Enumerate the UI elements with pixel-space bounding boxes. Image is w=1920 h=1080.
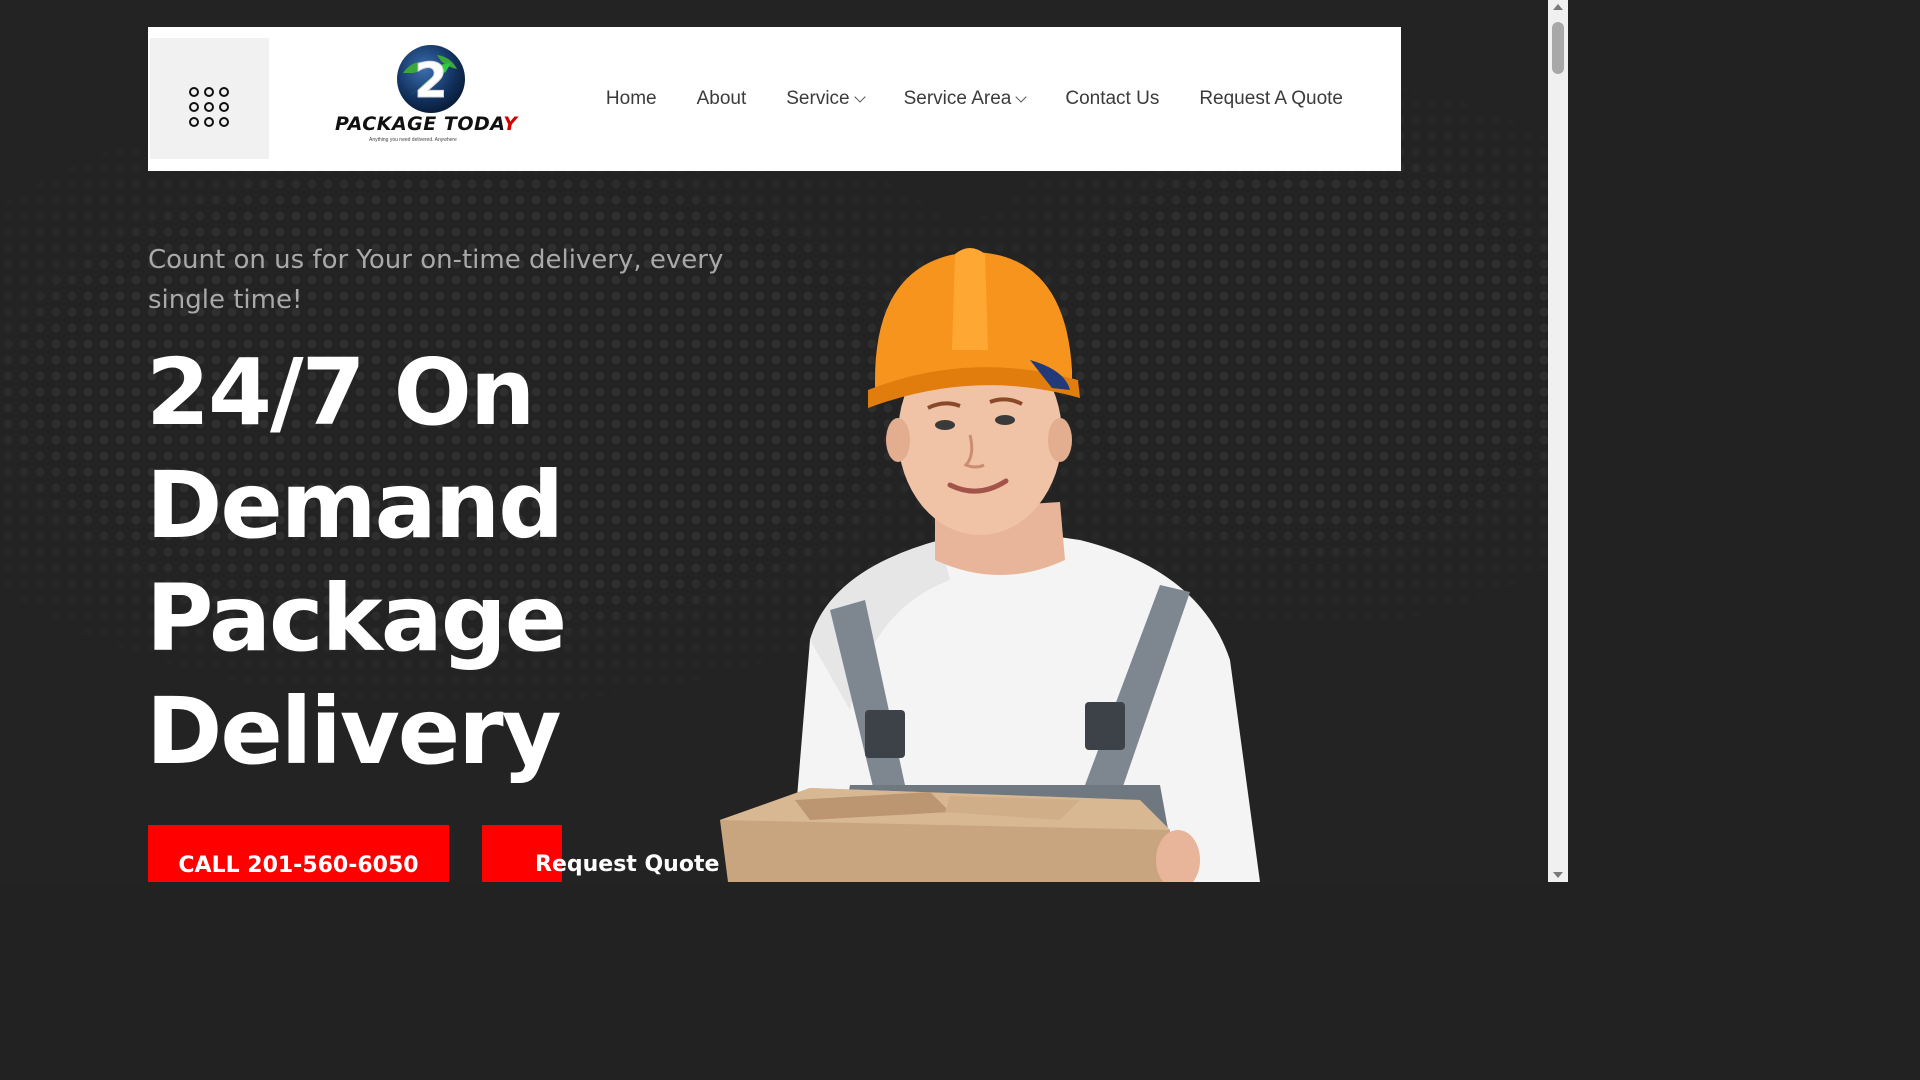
page-scrollbar[interactable] (1548, 0, 1568, 882)
scroll-down-arrow-icon[interactable] (1553, 872, 1563, 878)
nine-dot-grid-icon (189, 87, 233, 131)
scroll-thumb[interactable] (1552, 22, 1564, 74)
nav-home-label: Home (605, 88, 657, 109)
site-logo[interactable]: 2 PACKAGE TODAY Anything you need delive… (333, 43, 529, 147)
logo-wordmark: PACKAGE TODAY (335, 113, 518, 135)
logo-tagline: Anything you need delivered. Anywhere (369, 137, 457, 143)
chevron-down-icon (853, 90, 866, 103)
nav-about[interactable]: About (697, 88, 747, 110)
nav-service-label: Service (786, 88, 850, 109)
nav-service-area[interactable]: Service Area (903, 88, 1028, 110)
headline-line: Demand (146, 452, 564, 559)
menu-toggle-button[interactable] (150, 38, 269, 159)
call-phone-button[interactable]: CALL 201-560-6050 (148, 825, 449, 882)
nav-contact-us-label: Contact Us (1065, 88, 1160, 109)
delivery-worker-image (720, 248, 1260, 882)
hero-tagline: Count on us for Your on-time delivery, e… (148, 245, 724, 315)
site-header: 2 PACKAGE TODAY Anything you need delive… (148, 27, 1401, 171)
request-quote-button[interactable]: Request Quote (535, 852, 719, 877)
nav-request-a-quote-label: Request A Quote (1199, 88, 1343, 109)
nav-about-label: About (696, 88, 747, 109)
nav-service[interactable]: Service (786, 88, 866, 110)
hero-headline: 24/7 On Demand Package Delivery (146, 336, 786, 788)
headline-line: Package (146, 565, 567, 672)
scroll-up-arrow-icon[interactable] (1553, 4, 1563, 10)
logo-numeral: 2 (414, 53, 447, 109)
nav-contact-us[interactable]: Contact Us (1065, 88, 1159, 110)
main-navigation: Home About Service Service Area Contact … (566, 27, 1343, 171)
nav-home[interactable]: Home (606, 88, 657, 110)
nav-request-a-quote[interactable]: Request A Quote (1199, 88, 1343, 110)
nav-service-area-label: Service Area (903, 88, 1012, 109)
headline-line: Delivery (146, 678, 562, 785)
headline-line: 24/7 On (146, 339, 535, 446)
page: 2 PACKAGE TODAY Anything you need delive… (0, 0, 1568, 882)
chevron-down-icon (1015, 90, 1028, 103)
